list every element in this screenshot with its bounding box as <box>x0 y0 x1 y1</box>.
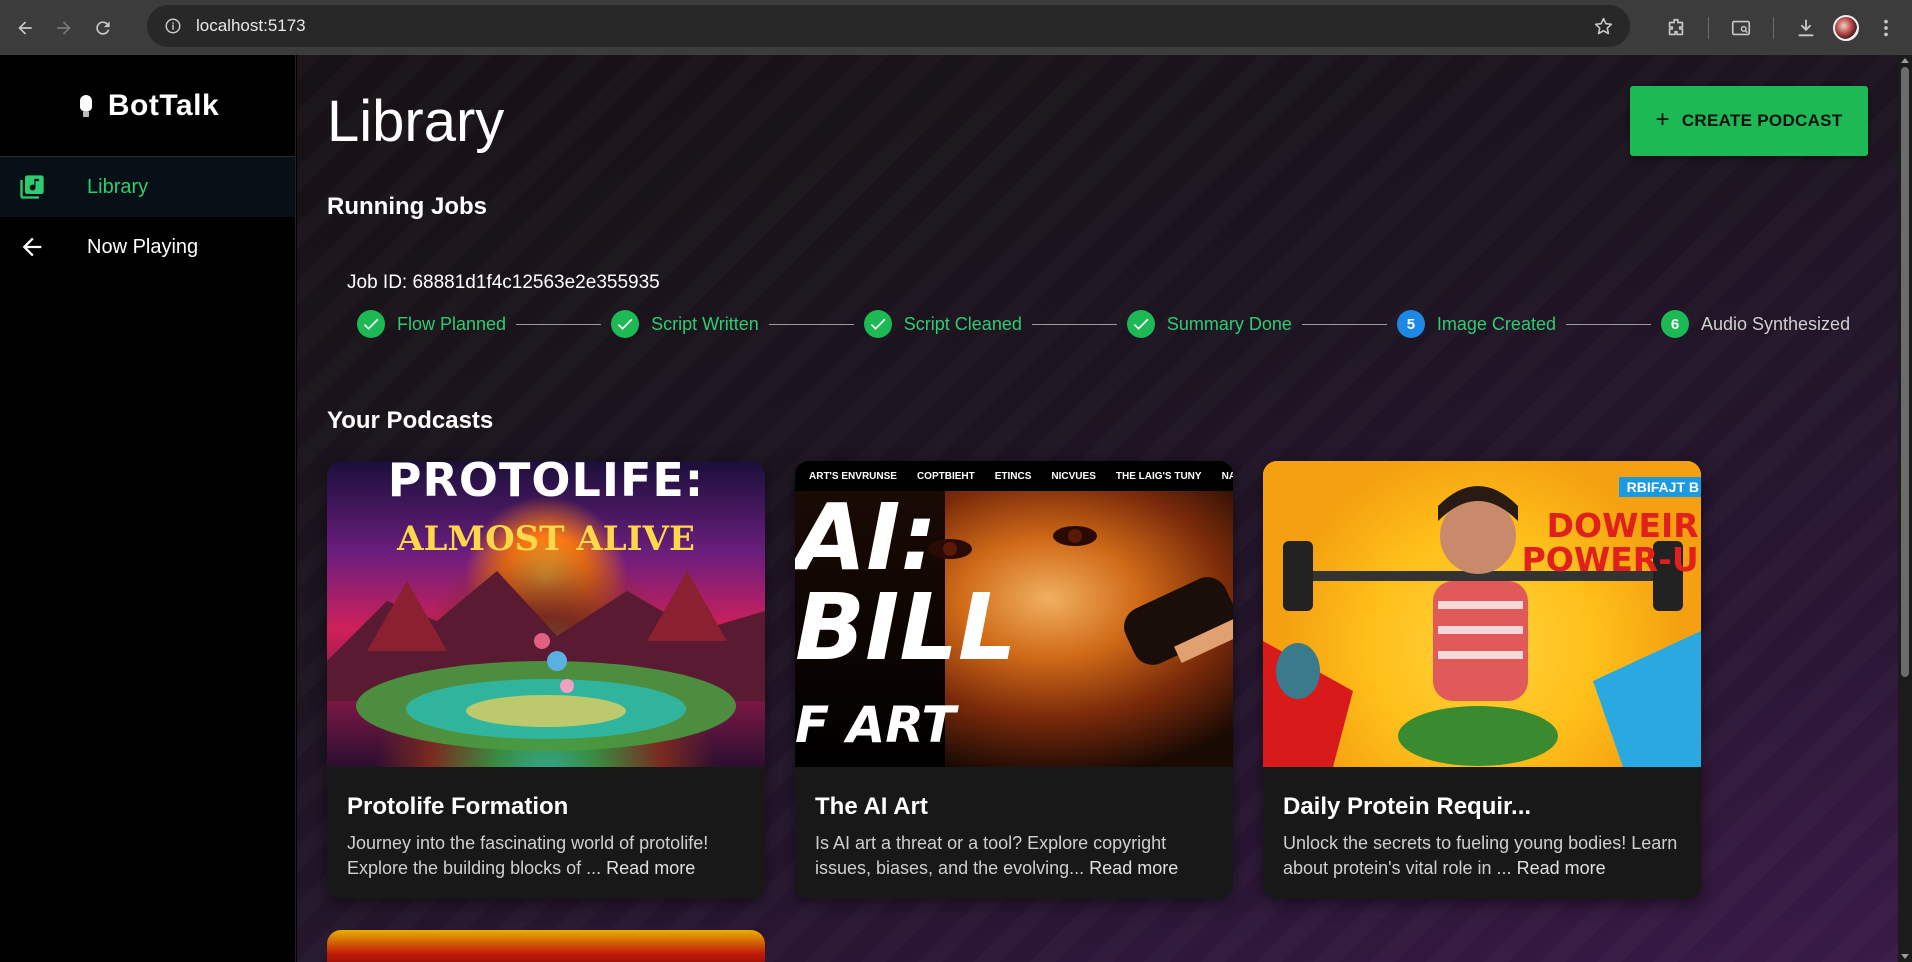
step-audio-synthesized: 6 Audio Synthesized <box>1660 310 1851 338</box>
step-label: Script Cleaned <box>903 313 1022 334</box>
step-label: Image Created <box>1436 313 1556 334</box>
sidebar-item-label: Now Playing <box>87 235 199 258</box>
cover-title-text: PROTOLIFE: <box>387 461 705 507</box>
tab-search-icon[interactable] <box>1721 8 1761 48</box>
scroll-down-icon[interactable] <box>1901 954 1909 959</box>
step-connector <box>768 323 854 325</box>
avatar <box>1833 14 1859 41</box>
step-connector <box>516 323 602 325</box>
arrow-left-icon <box>18 20 32 35</box>
step-number: 5 <box>1396 310 1425 338</box>
check-icon <box>611 310 640 338</box>
podcast-cover-image[interactable]: PROTOLIFE: ALMOST ALIVE <box>327 461 765 767</box>
podcast-card[interactable]: ART'S ENVRUNSE COPTBIEHT ETINCS NICVUES … <box>795 461 1233 899</box>
read-more-link[interactable]: Read more <box>1089 858 1178 878</box>
sidebar-item-now-playing[interactable]: Now Playing <box>0 217 295 277</box>
podcast-title[interactable]: Daily Protein Requir... <box>1283 793 1681 821</box>
lightbulb-icon <box>76 93 94 119</box>
podcast-title[interactable]: The AI Art <box>815 793 1213 821</box>
cover-artwork <box>928 526 1233 665</box>
address-bar[interactable]: localhost:5173 <box>147 5 1630 47</box>
create-podcast-label: CREATE PODCAST <box>1681 111 1843 130</box>
step-image-created: 5 Image Created <box>1396 310 1556 338</box>
sidebar-item-library[interactable]: Library <box>0 157 295 217</box>
step-label: Audio Synthesized <box>1700 313 1851 334</box>
step-script-written: Script Written <box>611 310 759 338</box>
read-more-link[interactable]: Read more <box>606 858 695 878</box>
reload-icon <box>96 20 110 35</box>
sidebar: BotTalk Library Now Playing <box>0 55 296 962</box>
brand-name: BotTalk <box>107 88 220 122</box>
toolbar-divider <box>1708 16 1709 39</box>
profile-avatar-button[interactable] <box>1826 8 1866 48</box>
url-text[interactable]: localhost:5173 <box>196 16 306 36</box>
job-id: Job ID: 68881d1f4c12563e2e355935 <box>347 272 660 293</box>
check-icon <box>1126 310 1155 338</box>
sidebar-item-label: Library <box>87 175 149 198</box>
cover-title-text: DOWEIRI POWER-UI <box>1521 506 1701 579</box>
read-more-link[interactable]: Read more <box>1517 858 1606 878</box>
cover-badge-text: RBIFAJT B <box>1618 477 1701 497</box>
bookmark-star-icon[interactable] <box>1590 13 1616 39</box>
arrow-right-icon <box>57 20 71 35</box>
podcast-description: Unlock the secrets to fueling young bodi… <box>1283 831 1681 881</box>
podcast-card-partial[interactable] <box>327 930 765 962</box>
your-podcasts-heading: Your Podcasts <box>327 407 494 434</box>
check-icon <box>357 310 385 338</box>
podcast-card[interactable]: PROTOLIFE: ALMOST ALIVE Protolife Format… <box>327 461 765 899</box>
podcast-description: Journey into the fascinating world of pr… <box>347 831 745 881</box>
menu-kebab-icon[interactable] <box>1866 8 1906 48</box>
step-connector <box>1031 323 1117 325</box>
description-text: Unlock the secrets to fueling young bodi… <box>1283 833 1678 878</box>
job-stepper: Flow Planned Script Written Script Clean… <box>357 308 1850 340</box>
reload-button[interactable] <box>86 11 120 45</box>
podcast-grid: PROTOLIFE: ALMOST ALIVE Protolife Format… <box>327 461 1701 899</box>
brand[interactable]: BotTalk <box>0 55 295 157</box>
page-scrollbar[interactable] <box>1898 55 1912 962</box>
podcast-title[interactable]: Protolife Formation <box>347 793 745 821</box>
create-podcast-button[interactable]: + CREATE PODCAST <box>1630 86 1868 156</box>
step-summary-done: Summary Done <box>1126 310 1292 338</box>
step-flow-planned: Flow Planned <box>357 310 506 338</box>
podcast-card[interactable]: DOWEIRI POWER-UI RBIFAJT B Daily Protein… <box>1263 461 1701 899</box>
step-label: Script Written <box>651 313 759 334</box>
library-music-icon <box>18 173 46 201</box>
browser-toolbar: localhost:5173 <box>0 0 1912 55</box>
page-title: Library <box>327 89 505 154</box>
step-connector <box>1301 323 1387 325</box>
main-content: Library + CREATE PODCAST Running Jobs Jo… <box>297 55 1898 962</box>
scroll-up-icon[interactable] <box>1901 58 1909 63</box>
download-icon[interactable] <box>1786 8 1826 48</box>
site-info-icon[interactable] <box>155 8 191 44</box>
extensions-icon[interactable] <box>1656 8 1696 48</box>
forward-button[interactable] <box>47 11 81 45</box>
podcast-cover-image[interactable]: ART'S ENVRUNSE COPTBIEHT ETINCS NICVUES … <box>795 461 1233 767</box>
scrollbar-thumb[interactable] <box>1901 67 1909 677</box>
step-number: 6 <box>1660 310 1689 338</box>
cover-subtitle-text: ALMOST ALIVE <box>397 519 695 559</box>
step-script-cleaned: Script Cleaned <box>863 310 1022 338</box>
podcast-description: Is AI art a threat or a tool? Explore co… <box>815 831 1213 881</box>
step-label: Summary Done <box>1166 313 1292 334</box>
running-jobs-heading: Running Jobs <box>327 193 487 220</box>
step-connector <box>1565 323 1651 325</box>
toolbar-divider <box>1773 16 1774 39</box>
step-label: Flow Planned <box>397 313 507 334</box>
podcast-cover-image[interactable]: DOWEIRI POWER-UI RBIFAJT B <box>1263 461 1701 767</box>
arrow-left-icon <box>18 233 46 261</box>
check-icon <box>863 310 892 338</box>
back-button[interactable] <box>8 11 42 45</box>
plus-icon: + <box>1655 106 1670 133</box>
